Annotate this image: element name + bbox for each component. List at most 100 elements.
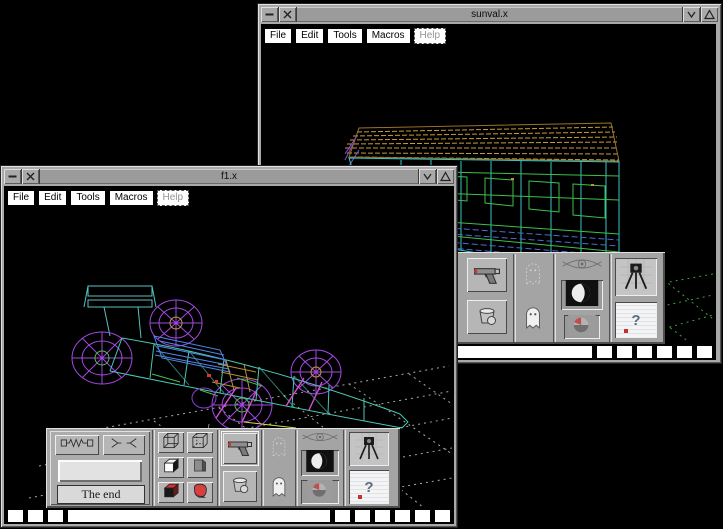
paint-bucket-button[interactable] xyxy=(467,300,507,334)
bw-sphere-icon xyxy=(564,280,600,310)
shade-button[interactable] xyxy=(418,169,436,184)
the-end-button[interactable]: The end xyxy=(57,485,145,504)
cube-color-button[interactable] xyxy=(158,482,184,503)
menu-file[interactable]: File xyxy=(7,190,35,206)
help-question-button[interactable]: ? xyxy=(349,470,389,504)
panel-separator xyxy=(217,430,220,506)
cube-flat-button[interactable] xyxy=(187,457,213,478)
menu-edit[interactable]: Edit xyxy=(38,190,67,206)
menu-edit[interactable]: Edit xyxy=(295,28,324,44)
maximize-button[interactable] xyxy=(436,169,454,184)
f1-3d-viewport[interactable]: File Edit Tools Macros Help The end xyxy=(4,186,454,524)
cube-smooth-button[interactable] xyxy=(187,482,213,503)
menu-macros[interactable]: Macros xyxy=(366,28,411,44)
ghost-solid-button[interactable] xyxy=(517,302,549,336)
question-mark-label: ? xyxy=(631,313,640,328)
window-f1: f1.x xyxy=(0,165,458,528)
shade-button[interactable] xyxy=(682,7,700,22)
menu-tools[interactable]: Tools xyxy=(327,28,362,44)
cube-wireframe-button[interactable] xyxy=(158,432,184,453)
panel-separator xyxy=(152,430,155,506)
menu-help[interactable]: Help xyxy=(414,28,447,44)
bus-menubar: File Edit Tools Macros Help xyxy=(264,28,446,44)
eye-icon xyxy=(560,255,604,278)
frame-cell[interactable] xyxy=(415,510,430,522)
camera-tripod-icon xyxy=(355,433,383,466)
eye-emblem xyxy=(299,431,341,447)
cube-solid-button[interactable] xyxy=(158,457,184,478)
chain-links-icon xyxy=(58,436,96,455)
bus-control-panel: ? xyxy=(455,252,665,344)
frame-cell[interactable] xyxy=(8,510,23,522)
camera-tripod-icon xyxy=(620,259,652,296)
desktop: sunval.x xyxy=(0,0,723,529)
frame-cell[interactable] xyxy=(355,510,370,522)
bw-sphere-icon xyxy=(304,450,336,476)
frame-cell[interactable] xyxy=(657,346,672,358)
cube-hidden-line-button[interactable] xyxy=(187,432,213,453)
f1-titlebar[interactable]: f1.x xyxy=(4,169,454,184)
cube-hidden-line-icon xyxy=(190,431,210,455)
frame-cell[interactable] xyxy=(617,346,632,358)
frame-cell[interactable] xyxy=(335,510,350,522)
panel-separator xyxy=(553,254,556,342)
frame-cell[interactable] xyxy=(677,346,692,358)
help-question-button[interactable]: ? xyxy=(615,302,657,338)
menu-tools[interactable]: Tools xyxy=(70,190,105,206)
frame-cell[interactable] xyxy=(435,510,450,522)
gun-icon xyxy=(472,260,502,291)
ghost-solid-button[interactable] xyxy=(265,472,293,504)
ghost-solid-icon xyxy=(269,473,289,504)
question-dot xyxy=(624,329,628,333)
ghost-outline-button[interactable] xyxy=(265,432,293,464)
window-menu-button[interactable] xyxy=(261,7,279,22)
frame-cell[interactable] xyxy=(597,346,612,358)
eye-icon xyxy=(300,429,340,450)
paint-bucket-icon xyxy=(475,303,499,332)
question-mark-label: ? xyxy=(364,480,373,495)
gun-button[interactable] xyxy=(223,433,257,464)
paint-bucket-icon xyxy=(229,473,251,500)
cube-flat-icon xyxy=(190,456,210,480)
panel-separator xyxy=(261,430,264,506)
render-bw-sphere-button[interactable] xyxy=(561,280,603,310)
shaded-sphere-icon xyxy=(566,315,598,339)
panel-separator xyxy=(343,430,346,506)
close-button[interactable] xyxy=(22,169,40,184)
camera-tripod-button[interactable] xyxy=(349,432,389,466)
cube-wireframe-icon xyxy=(161,431,181,455)
render-shaded-sphere-button[interactable] xyxy=(564,315,600,339)
cube-solid-icon xyxy=(161,456,181,480)
frame-cell[interactable] xyxy=(697,346,712,358)
window-title: f1.x xyxy=(40,169,418,184)
blank-wide-button[interactable] xyxy=(58,460,142,482)
panel-separator xyxy=(609,254,612,342)
collapse-arrows-icon xyxy=(108,436,140,455)
frame-cell[interactable] xyxy=(48,510,63,522)
camera-tripod-button[interactable] xyxy=(615,258,657,296)
paint-bucket-button[interactable] xyxy=(223,471,257,502)
window-title: sunval.x xyxy=(297,7,682,22)
bus-titlebar[interactable]: sunval.x xyxy=(261,7,718,22)
f1-filmstrip xyxy=(4,508,454,524)
frame-track[interactable] xyxy=(68,510,330,522)
window-menu-button[interactable] xyxy=(4,169,22,184)
render-shaded-sphere-button[interactable] xyxy=(301,480,339,504)
chain-links-button[interactable] xyxy=(55,435,99,455)
gun-button[interactable] xyxy=(467,258,507,292)
frame-cell[interactable] xyxy=(395,510,410,522)
animation-group: The end xyxy=(50,431,150,505)
ghost-outline-button[interactable] xyxy=(517,258,549,292)
frame-cell[interactable] xyxy=(637,346,652,358)
collapse-arrows-button[interactable] xyxy=(103,435,145,455)
render-bw-sphere-button[interactable] xyxy=(301,450,339,476)
menu-help[interactable]: Help xyxy=(157,190,190,206)
frame-cell[interactable] xyxy=(375,510,390,522)
menu-file[interactable]: File xyxy=(264,28,292,44)
ghost-outline-icon xyxy=(522,259,544,292)
frame-cell[interactable] xyxy=(28,510,43,522)
menu-macros[interactable]: Macros xyxy=(109,190,154,206)
close-button[interactable] xyxy=(279,7,297,22)
maximize-button[interactable] xyxy=(700,7,718,22)
shaded-sphere-icon xyxy=(305,480,335,504)
